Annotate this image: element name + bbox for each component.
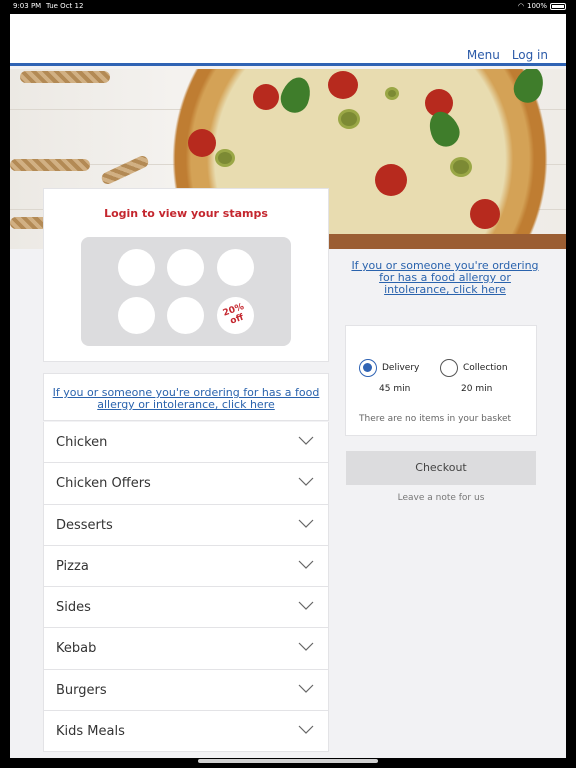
stamp-card-title[interactable]: Login to view your stamps: [44, 207, 328, 220]
leave-note-link[interactable]: Leave a note for us: [346, 493, 536, 503]
header: Menu Log in: [10, 14, 566, 66]
top-nav: Menu Log in: [467, 48, 548, 62]
menu-category-label: Kebab: [56, 641, 97, 657]
rope-decoration: [10, 159, 90, 171]
battery-percent: 100%: [526, 2, 547, 10]
stamp-slot: [167, 297, 204, 334]
chevron-down-icon: [298, 601, 314, 611]
chevron-down-icon: [298, 519, 314, 528]
delivery-option[interactable]: Delivery: [359, 359, 419, 377]
stamp-slot: [167, 249, 204, 286]
chevron-down-icon: [298, 436, 314, 445]
chevron-down-icon: [298, 684, 314, 693]
menu-link[interactable]: Menu: [467, 48, 500, 62]
allergy-link-sidebar[interactable]: If you or someone you're ordering for ha…: [345, 260, 545, 296]
menu-category-list: Chicken Chicken Offers Desserts Pizza Si…: [43, 422, 329, 753]
chevron-down-icon: [298, 643, 314, 652]
app-window: Menu Log in Login to view your stamps 20…: [10, 14, 566, 758]
radio-selected-icon[interactable]: [359, 359, 377, 377]
wooden-board: [328, 234, 566, 249]
chevron-down-icon: [298, 560, 314, 569]
menu-category-label: Chicken Offers: [56, 476, 151, 492]
wifi-icon: ◠: [517, 2, 524, 10]
radio-unselected-icon[interactable]: [440, 359, 458, 377]
status-date: Tue Oct 12: [46, 2, 84, 10]
menu-category-label: Desserts: [56, 517, 113, 533]
status-time: 9:03 PM: [13, 2, 42, 10]
status-right: ◠ 100%: [518, 2, 566, 10]
status-bar: 9:03 PM Tue Oct 12 ◠ 100%: [0, 0, 576, 14]
allergy-link[interactable]: If you or someone you're ordering for ha…: [44, 387, 328, 411]
menu-category-sides[interactable]: Sides: [43, 587, 329, 629]
login-link[interactable]: Log in: [512, 48, 548, 62]
menu-category-label: Kids Meals: [56, 724, 125, 740]
stamp-slot: [217, 249, 254, 286]
menu-category-pizza[interactable]: Pizza: [43, 545, 329, 588]
rope-decoration: [20, 71, 110, 83]
collection-label: Collection: [463, 363, 508, 373]
menu-category-chicken[interactable]: Chicken: [43, 422, 329, 464]
stamp-slot: [118, 249, 155, 286]
order-type-card: Delivery 45 min Collection 20 min There …: [345, 325, 537, 436]
menu-category-label: Sides: [56, 600, 91, 616]
rope-decoration: [99, 153, 151, 187]
menu-category-chicken-offers[interactable]: Chicken Offers: [43, 463, 329, 505]
menu-category-label: Burgers: [56, 682, 107, 698]
menu-category-label: Pizza: [56, 558, 89, 574]
battery-icon: [550, 2, 566, 10]
checkout-button[interactable]: Checkout: [346, 451, 536, 485]
allergy-card: If you or someone you're ordering for ha…: [43, 373, 329, 421]
stamp-card: Login to view your stamps 20% off: [43, 188, 329, 362]
collection-option[interactable]: Collection: [440, 359, 508, 377]
delivery-time: 45 min: [379, 384, 411, 394]
menu-category-desserts[interactable]: Desserts: [43, 504, 329, 546]
menu-category-burgers[interactable]: Burgers: [43, 669, 329, 712]
menu-category-kebab[interactable]: Kebab: [43, 628, 329, 670]
basket-empty-message: There are no items in your basket: [359, 414, 512, 424]
menu-category-label: Chicken: [56, 435, 108, 450]
chevron-down-icon: [298, 477, 314, 487]
chevron-down-icon: [298, 725, 314, 734]
home-indicator[interactable]: [198, 759, 378, 763]
collection-time: 20 min: [461, 384, 493, 394]
delivery-label: Delivery: [382, 363, 420, 373]
menu-category-kids-meals[interactable]: Kids Meals: [43, 711, 329, 753]
stamp-slot: [118, 297, 155, 334]
stamp-grid: 20% off: [81, 237, 291, 346]
stamp-reward: 20% off: [211, 291, 260, 340]
